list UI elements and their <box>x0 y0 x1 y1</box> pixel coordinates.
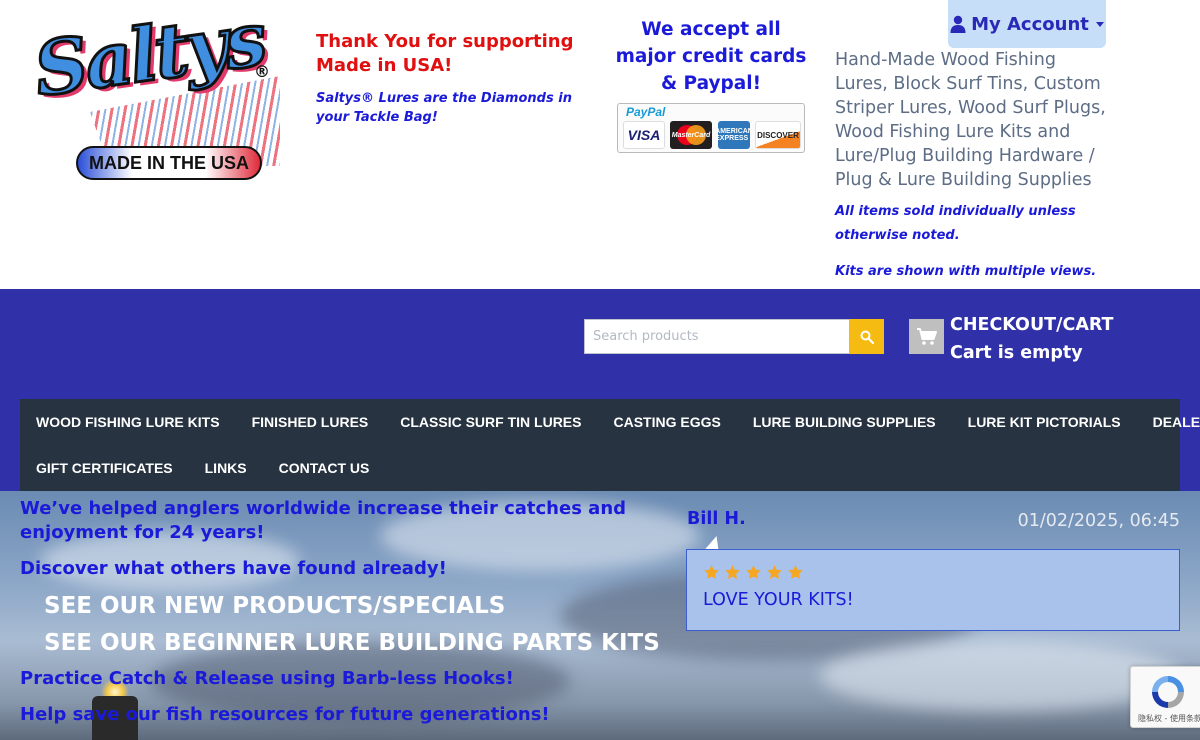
cart-icon <box>916 327 937 345</box>
main-nav: WOOD FISHING LURE KITS FINISHED LURES CL… <box>20 399 1200 491</box>
nav-item-links[interactable]: LINKS <box>189 460 263 476</box>
checkout-cart-link[interactable]: CHECKOUT/CART <box>950 315 1114 335</box>
my-account-button[interactable]: My Account <box>948 0 1106 48</box>
review-text: LOVE YOUR KITS! <box>703 590 854 610</box>
nav-item-dealers[interactable]: DEALERS <box>1137 414 1200 430</box>
nav-item-lure-kit-pictorials[interactable]: LURE KIT PICTORIALS <box>952 414 1137 430</box>
mastercard-logo: MasterCard <box>670 121 712 149</box>
review-author: Bill H. <box>687 509 746 529</box>
paypal-logo: PayPal <box>626 105 665 119</box>
chevron-down-icon <box>1095 21 1104 27</box>
nav-item-classic-surf-tin-lures[interactable]: CLASSIC SURF TIN LURES <box>384 414 597 430</box>
cart-button[interactable] <box>909 319 944 354</box>
discover-logo: DISCOVER <box>755 121 801 149</box>
tagline: Saltys® Lures are the Diamonds in your T… <box>316 91 572 125</box>
payment-logos: PayPal VISA MasterCard AMERICAN EXPRESS … <box>617 103 805 153</box>
cloud <box>820 641 1180 711</box>
nav-item-casting-eggs[interactable]: CASTING EGGS <box>597 414 736 430</box>
search-icon <box>860 330 874 344</box>
star-rating <box>703 564 804 581</box>
review-card: LOVE YOUR KITS! <box>686 549 1180 631</box>
nav-row-2: GIFT CERTIFICATES LINKS CONTACT US <box>20 445 385 491</box>
nav-item-contact-us[interactable]: CONTACT US <box>263 460 386 476</box>
nav-item-finished-lures[interactable]: FINISHED LURES <box>236 414 385 430</box>
saltys-logo[interactable]: Saltys ® MADE IN THE USA <box>28 0 280 192</box>
payment-accepted-text: We accept all major credit cards & Paypa… <box>615 19 807 94</box>
recaptcha-footer[interactable]: 隐私权 - 使用条款 <box>1133 713 1200 724</box>
mastercard-label: MasterCard <box>671 131 711 139</box>
sold-individually-note: All items sold individually unless other… <box>835 204 1076 243</box>
logo-registered-mark: ® <box>254 62 270 81</box>
nav-item-lure-building-supplies[interactable]: LURE BUILDING SUPPLIES <box>737 414 952 430</box>
recaptcha-badge[interactable]: 隐私权 - 使用条款 <box>1130 666 1200 728</box>
star-icon <box>788 565 803 579</box>
paypal-label: PayPal <box>626 105 666 119</box>
logo-made-in-usa-banner: MADE IN THE USA <box>76 146 262 180</box>
hero-line-save-fish: Help save our fish resources for future … <box>20 704 550 725</box>
star-icon <box>725 565 740 579</box>
site-header: Saltys ® MADE IN THE USA Thank You for s… <box>0 0 1200 290</box>
thanks-message: Thank You for supporting Made in USA! <box>316 31 574 76</box>
visa-logo: VISA <box>623 121 665 149</box>
nav-item-gift-certificates[interactable]: GIFT CERTIFICATES <box>20 460 189 476</box>
user-icon <box>950 15 966 33</box>
beginner-kits-link[interactable]: SEE OUR BEGINNER LURE BUILDING PARTS KIT… <box>44 628 660 658</box>
hero-line-helped-anglers: We’ve helped anglers worldwide increase … <box>20 498 627 543</box>
store-description: Hand-Made Wood Fishing Lures, Block Surf… <box>835 50 1106 190</box>
hero-line-catch-release: Practice Catch & Release using Barb-less… <box>20 668 514 689</box>
kits-views-note: Kits are shown with multiple views. <box>835 264 1097 279</box>
hero-line-discover: Discover what others have found already! <box>20 558 447 579</box>
my-account-label: My Account <box>971 13 1089 35</box>
nav-row-1: WOOD FISHING LURE KITS FINISHED LURES CL… <box>20 399 1200 445</box>
star-icon <box>746 565 761 579</box>
star-icon <box>767 565 782 579</box>
amex-logo: AMERICAN EXPRESS <box>715 121 753 149</box>
star-icon <box>704 565 719 579</box>
search-input[interactable] <box>584 319 850 354</box>
search-button[interactable] <box>849 319 884 354</box>
new-products-specials-link[interactable]: SEE OUR NEW PRODUCTS/SPECIALS <box>44 591 505 621</box>
review-date: 01/02/2025, 06:45 <box>1017 511 1180 531</box>
nav-item-wood-fishing-lure-kits[interactable]: WOOD FISHING LURE KITS <box>20 414 236 430</box>
cart-status: Cart is empty <box>950 343 1083 363</box>
recaptcha-icon <box>1152 676 1184 708</box>
